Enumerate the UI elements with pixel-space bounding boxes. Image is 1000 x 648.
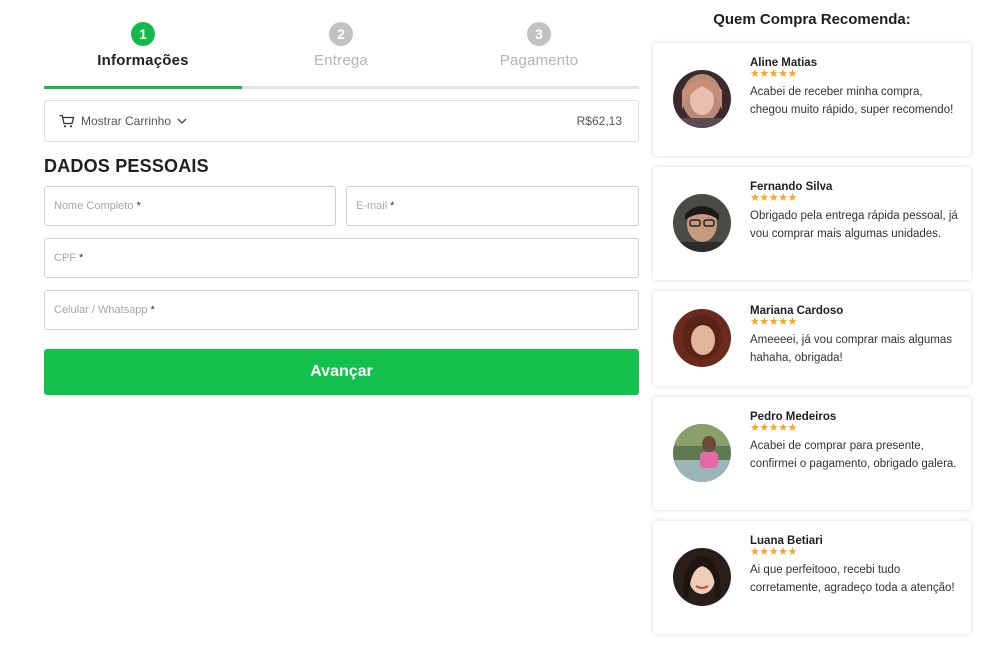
review-text: Ameeeei, já vou comprar mais algumas hah… (750, 334, 952, 364)
avatar (673, 70, 731, 128)
required-mark: * (136, 200, 141, 212)
step-number: 1 (131, 22, 155, 46)
show-cart-toggle[interactable]: Mostrar Carrinho R$62,13 (44, 100, 639, 142)
cart-icon (59, 114, 75, 128)
review-text: Acabei de comprar para presente, confirm… (750, 440, 957, 470)
progress-fill (44, 86, 243, 89)
full-name-placeholder: Nome Completo (54, 200, 134, 212)
step-informacoes[interactable]: 1 Informações (44, 22, 242, 69)
review-card: Mariana Cardoso ★★★★★ Ameeeei, já vou co… (653, 291, 971, 386)
required-mark: * (390, 200, 395, 212)
avatar (673, 424, 731, 482)
progress-track (44, 86, 639, 89)
star-rating: ★★★★★ (750, 546, 797, 558)
cpf-field[interactable]: CPF * (44, 238, 639, 278)
avatar (673, 548, 731, 606)
cart-total: R$62,13 (576, 114, 622, 128)
star-rating: ★★★★★ (750, 192, 797, 204)
step-label: Pagamento (499, 52, 579, 69)
avatar (673, 309, 731, 367)
section-title: DADOS PESSOAIS (44, 156, 209, 176)
review-text: Obrigado pela entrega rápida pessoal, já… (750, 210, 958, 240)
phone-field[interactable]: Celular / Whatsapp * (44, 290, 639, 330)
review-text: Acabei de receber minha compra, chegou m… (750, 86, 954, 116)
email-placeholder: E-mail (356, 200, 388, 212)
step-label: Informações (97, 52, 189, 69)
step-number: 3 (527, 22, 551, 46)
show-cart-label: Mostrar Carrinho (81, 114, 172, 128)
checkout-column: 1 Informações 2 Entrega 3 Pagamento Most… (44, 0, 639, 395)
review-text: Ai que perfeitooo, recebi tudo corretame… (750, 564, 955, 594)
star-rating: ★★★★★ (750, 68, 797, 80)
step-pagamento[interactable]: 3 Pagamento (440, 22, 638, 69)
step-label: Entrega (314, 52, 368, 69)
checkout-steps: 1 Informações 2 Entrega 3 Pagamento (44, 0, 639, 90)
avatar (673, 194, 731, 252)
step-number: 2 (329, 22, 353, 46)
star-rating: ★★★★★ (750, 316, 797, 328)
next-button[interactable]: Avançar (44, 349, 639, 395)
review-card: Pedro Medeiros ★★★★★ Acabei de comprar p… (653, 397, 971, 510)
required-mark: * (79, 252, 84, 264)
reviews-title: Quem Compra Recomenda: (713, 11, 911, 28)
step-entrega[interactable]: 2 Entrega (242, 22, 440, 69)
chevron-down-icon (177, 118, 187, 124)
required-mark: * (150, 304, 155, 316)
review-card: Luana Betiari ★★★★★ Ai que perfeitooo, r… (653, 521, 971, 634)
phone-placeholder: Celular / Whatsapp (54, 304, 148, 316)
email-field[interactable]: E-mail * (346, 186, 639, 226)
star-rating: ★★★★★ (750, 422, 797, 434)
full-name-field[interactable]: Nome Completo * (44, 186, 336, 226)
cpf-placeholder: CPF (54, 252, 76, 264)
review-card: Fernando Silva ★★★★★ Obrigado pela entre… (653, 167, 971, 280)
review-card: Aline Matias ★★★★★ Acabei de receber min… (653, 43, 971, 156)
